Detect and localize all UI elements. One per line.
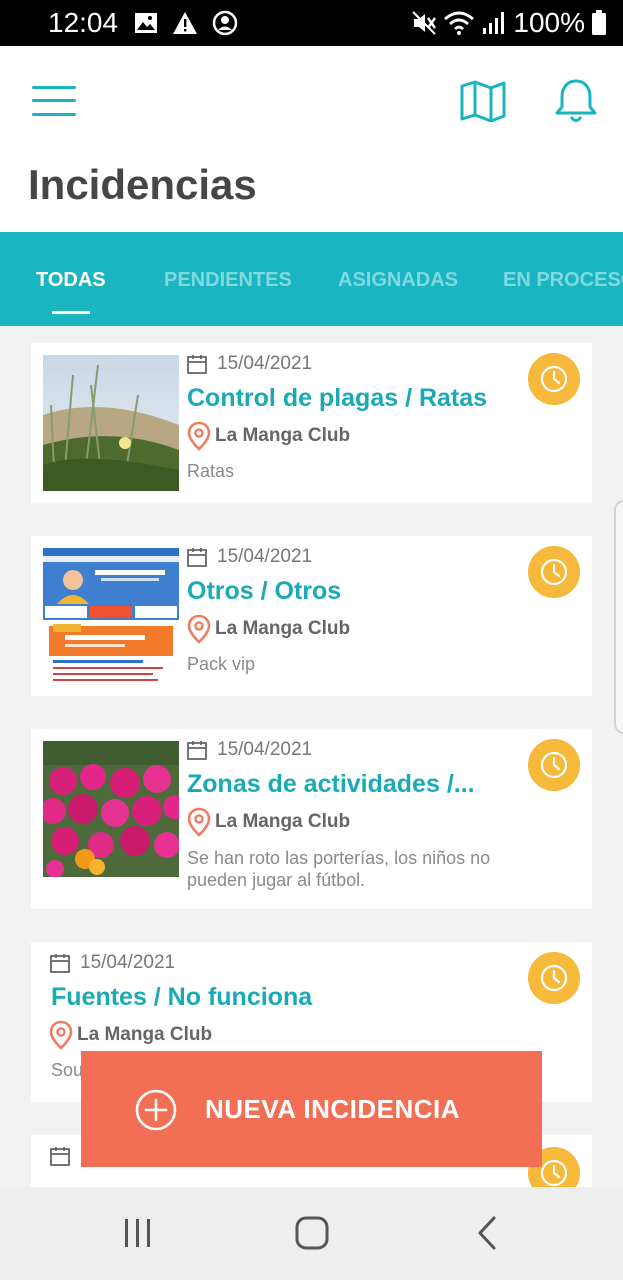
signal-icon bbox=[483, 12, 505, 34]
calendar-icon bbox=[187, 355, 207, 374]
mute-icon bbox=[412, 11, 437, 35]
hamburger-menu-icon[interactable] bbox=[32, 86, 76, 116]
status-left-icons bbox=[134, 10, 238, 36]
back-icon[interactable] bbox=[468, 1213, 508, 1253]
calendar-icon bbox=[187, 741, 207, 760]
incident-description: Sou bbox=[51, 1060, 84, 1080]
clock-icon bbox=[528, 546, 580, 598]
tab-todas[interactable]: TODAS bbox=[36, 268, 106, 292]
status-bar: 12:04 100% bbox=[0, 0, 623, 46]
app-header: Incidencias bbox=[0, 46, 623, 232]
new-incident-button[interactable]: NUEVA INCIDENCIA bbox=[81, 1051, 542, 1167]
incident-date-text: 15/04/2021 bbox=[80, 952, 176, 973]
incident-date: 15/04/2021 bbox=[187, 738, 312, 762]
status-time: 12:04 bbox=[48, 7, 119, 38]
incident-description-line: Se han roto las porterías, los niños no bbox=[187, 848, 491, 868]
incident-location-text: La Manga Club bbox=[77, 1024, 213, 1045]
wifi-icon bbox=[444, 11, 475, 35]
incident-date: 15/04/2021 bbox=[187, 545, 312, 569]
calendar-icon bbox=[50, 954, 70, 973]
map-icon[interactable] bbox=[460, 80, 506, 122]
clock-icon bbox=[528, 739, 580, 791]
incident-date: 15/04/2021 bbox=[50, 951, 175, 975]
incident-location: La Manga Club bbox=[187, 421, 350, 451]
bell-icon[interactable] bbox=[554, 78, 598, 124]
incident-title: Fuentes / No funciona bbox=[51, 983, 313, 1011]
battery-icon bbox=[592, 10, 606, 35]
scroll-handle[interactable] bbox=[614, 500, 623, 734]
incident-location-text: La Manga Club bbox=[215, 425, 351, 446]
page-title: Incidencias bbox=[28, 161, 257, 208]
location-pin-icon bbox=[49, 1020, 73, 1050]
incident-card[interactable]: 15/04/2021 Zonas de actividades /... La … bbox=[31, 729, 592, 909]
account-circle-icon bbox=[212, 10, 238, 36]
tab-bar: TODAS PENDIENTES ASIGNADAS EN PROCESO bbox=[0, 232, 623, 326]
incident-title: Control de plagas / Ratas bbox=[187, 384, 488, 412]
clock-icon bbox=[528, 353, 580, 405]
incident-description: Pack vip bbox=[187, 654, 256, 674]
tab-en-proceso[interactable]: EN PROCESO bbox=[503, 268, 623, 292]
incident-card[interactable]: 15/04/2021 Otros / Otros La Manga Club P… bbox=[31, 536, 592, 696]
incident-location: La Manga Club bbox=[49, 1020, 212, 1050]
location-pin-icon bbox=[187, 807, 211, 837]
incident-thumbnail bbox=[43, 355, 179, 491]
incident-date-text: 15/04/2021 bbox=[217, 353, 313, 374]
system-nav-bar bbox=[0, 1187, 623, 1280]
status-right-icons: 100% bbox=[411, 6, 607, 40]
incident-card[interactable]: 15/04/2021 Control de plagas / Ratas La … bbox=[31, 343, 592, 503]
location-pin-icon bbox=[187, 421, 211, 451]
incident-description: Ratas bbox=[187, 461, 235, 481]
battery-level: 100% bbox=[513, 7, 585, 38]
incident-date-text: 15/04/2021 bbox=[217, 739, 313, 760]
tab-pendientes[interactable]: PENDIENTES bbox=[164, 268, 292, 292]
incident-description: Se han roto las porterías, los niños no … bbox=[187, 847, 490, 891]
incident-thumbnail bbox=[43, 548, 179, 684]
incident-location-text: La Manga Club bbox=[215, 811, 351, 832]
incident-location-text: La Manga Club bbox=[215, 618, 351, 639]
recents-icon[interactable] bbox=[118, 1213, 158, 1253]
tab-asignadas[interactable]: ASIGNADAS bbox=[338, 268, 458, 292]
calendar-icon bbox=[50, 1147, 70, 1166]
incident-date: 15/04/2021 bbox=[187, 352, 312, 376]
plus-circle-icon bbox=[135, 1089, 177, 1131]
warning-icon bbox=[173, 12, 197, 34]
image-icon bbox=[135, 13, 157, 33]
incident-description-line: pueden jugar al fútbol. bbox=[187, 870, 366, 890]
clock-icon bbox=[528, 952, 580, 1004]
location-pin-icon bbox=[187, 614, 211, 644]
new-incident-label: NUEVA INCIDENCIA bbox=[205, 1094, 461, 1124]
incident-date-text: 15/04/2021 bbox=[217, 546, 313, 567]
incident-title: Otros / Otros bbox=[187, 577, 342, 605]
incident-location: La Manga Club bbox=[187, 614, 350, 644]
tab-active-indicator bbox=[52, 311, 90, 314]
incident-title: Zonas de actividades /... bbox=[187, 770, 475, 798]
incident-location: La Manga Club bbox=[187, 807, 350, 837]
incident-thumbnail bbox=[43, 741, 179, 877]
calendar-icon bbox=[187, 548, 207, 567]
home-icon[interactable] bbox=[292, 1213, 332, 1253]
